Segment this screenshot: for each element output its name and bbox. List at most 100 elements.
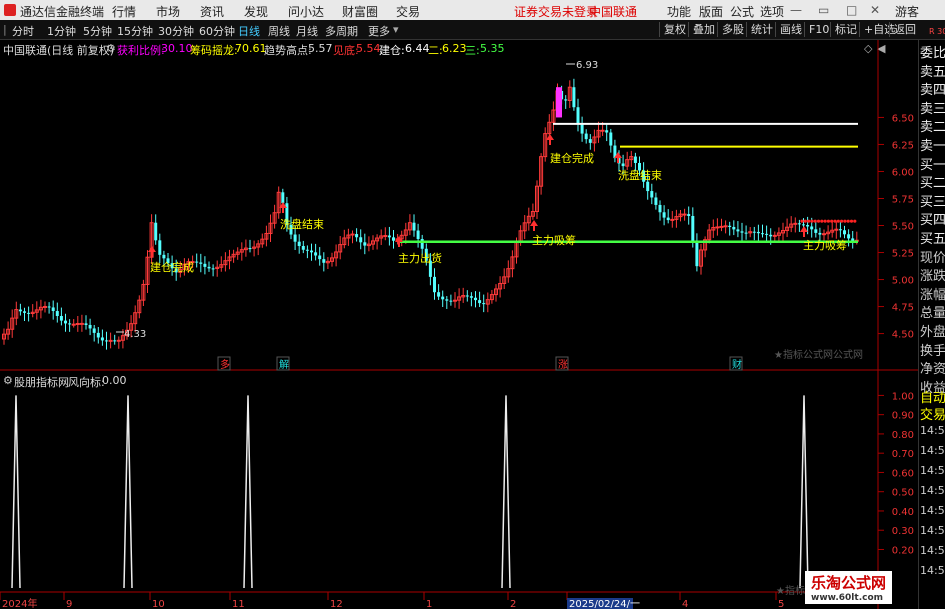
candle-body [474, 297, 477, 301]
site-watermark: 乐淘公式网 www.60lt.com [805, 571, 893, 604]
candle-body [728, 225, 732, 227]
period-60min[interactable]: 60分钟 [199, 23, 235, 39]
lower-indicator-value: 0.00 [102, 374, 127, 387]
candle-body [195, 261, 199, 263]
candle-body [441, 296, 445, 300]
quote-field-label: 卖二 [920, 120, 945, 136]
lower-indicator-chart: ★指标公式2024年 9 10 11 12 1 2 2025/02/24/一 4 5 [0, 395, 825, 609]
lower-y-tick-label: 0.90 [892, 411, 914, 422]
menu-item-wealth[interactable]: 财富圈 [342, 3, 378, 20]
candle-body [84, 323, 88, 325]
restore-icon[interactable]: ▭ [818, 3, 829, 17]
more-chevron-icon[interactable]: ▾ [393, 23, 399, 36]
chart-frame [0, 40, 918, 609]
period-30min[interactable]: 30分钟 [158, 23, 194, 39]
login-status[interactable]: 证券交易未登录 [514, 3, 598, 20]
adjust-button[interactable]: 复权 [659, 22, 690, 37]
candle-body [363, 242, 367, 246]
menu-item-function[interactable]: 功能 [667, 3, 691, 20]
x-tick-label: 5 [778, 599, 784, 609]
tick-time: 14:56 [920, 464, 945, 477]
x-tick-label: 1 [426, 599, 432, 609]
tick-time: 14:56 [920, 504, 945, 517]
period-more[interactable]: 更多 [368, 23, 390, 39]
candle-body [687, 214, 691, 216]
period-15min[interactable]: 15分钟 [117, 23, 153, 39]
period-1min[interactable]: 1分钟 [47, 23, 76, 39]
overlay-button[interactable]: 叠加 [688, 22, 719, 37]
menu-item-formula[interactable]: 公式 [730, 3, 754, 20]
candle-body [572, 87, 576, 108]
quote-field-label: 涨跌 [920, 269, 945, 285]
candle-body [469, 296, 473, 298]
period-monthly[interactable]: 月线 [296, 23, 318, 39]
candle-body [740, 231, 744, 233]
menu-item-ask[interactable]: 问小达 [288, 3, 324, 20]
minimize-icon[interactable]: — [790, 3, 802, 17]
menu-item-quotes[interactable]: 行情 [112, 3, 136, 20]
draw-line-button[interactable]: 画线 [775, 22, 806, 37]
quote-field-label: 买二 [920, 176, 945, 192]
candle-body [633, 156, 637, 163]
candle-body [100, 337, 104, 341]
menu-item-news[interactable]: 资讯 [200, 3, 224, 20]
candle-body [564, 99, 568, 101]
candle-body [116, 339, 121, 342]
period-5min[interactable]: 5分钟 [83, 23, 112, 39]
stats-button[interactable]: 统计 [746, 22, 777, 37]
lower-y-tick-label: 1.00 [892, 391, 914, 402]
event-marker: 涨 [558, 359, 568, 371]
signal-spike [243, 395, 253, 589]
candle-body [838, 229, 842, 231]
candle-body [605, 130, 609, 133]
lower-settings-icon[interactable]: ⚙ [3, 374, 13, 387]
bottom-level-dot [833, 219, 837, 223]
candle-body [769, 234, 773, 237]
candle-body [420, 238, 424, 249]
candle-body [453, 299, 457, 302]
candle-body [59, 315, 63, 321]
candle-body [650, 191, 654, 198]
kline-chart[interactable]: 建仓完成洗盘结束主力出货建仓完成洗盘结束主力吸筹 主力吸筹6.934.33多解涨财… [0, 40, 918, 609]
chart-annotation: 洗盘结束 [618, 168, 662, 182]
candle-body [108, 339, 113, 342]
menu-item-options[interactable]: 选项 [760, 3, 784, 20]
candle-body [715, 226, 720, 229]
event-marker: 多 [220, 358, 230, 371]
bottom-level-dot [853, 219, 857, 223]
guest-label[interactable]: 游客 [895, 3, 919, 20]
menu-item-market[interactable]: 市场 [156, 3, 180, 20]
mark-button[interactable]: 标记 [830, 22, 861, 37]
candle-body [88, 324, 92, 329]
f10-button[interactable]: F10 [804, 22, 833, 37]
menu-item-layout[interactable]: 版面 [699, 3, 723, 20]
candle-body [744, 232, 748, 234]
maximize-icon[interactable]: □ [846, 3, 857, 17]
auto-trade-label[interactable]: 交易 [920, 404, 945, 423]
back-button[interactable]: 返回 [889, 22, 920, 37]
close-icon[interactable]: ✕ [870, 3, 880, 17]
candle-body [584, 133, 588, 140]
candle-body [851, 238, 855, 241]
candle-body [658, 204, 662, 213]
menu-item-trade[interactable]: 交易 [396, 3, 420, 20]
candle-body [314, 252, 318, 256]
expand-icon[interactable]: | [3, 23, 7, 36]
quote-field-label: 买三 [920, 194, 945, 210]
high-price-label: 6.93 [576, 60, 598, 71]
candle-body [113, 340, 117, 342]
lower-y-tick-label: 0.30 [892, 526, 914, 537]
candle-body [609, 132, 613, 146]
candle-body [318, 255, 322, 260]
y-tick-label: 5.50 [892, 222, 914, 233]
period-multi[interactable]: 多周期 [325, 23, 358, 39]
candle-body [23, 311, 26, 313]
multi-stock-button[interactable]: 多股 [717, 22, 748, 37]
y-tick-label: 6.25 [892, 140, 914, 151]
menu-item-discover[interactable]: 发现 [244, 3, 268, 20]
lower-y-tick-label: 0.40 [892, 507, 914, 518]
candle-body [736, 229, 740, 232]
period-intraday[interactable]: 分时 [12, 23, 34, 39]
period-daily[interactable]: 日线 [238, 23, 260, 39]
period-weekly[interactable]: 周线 [268, 23, 290, 39]
